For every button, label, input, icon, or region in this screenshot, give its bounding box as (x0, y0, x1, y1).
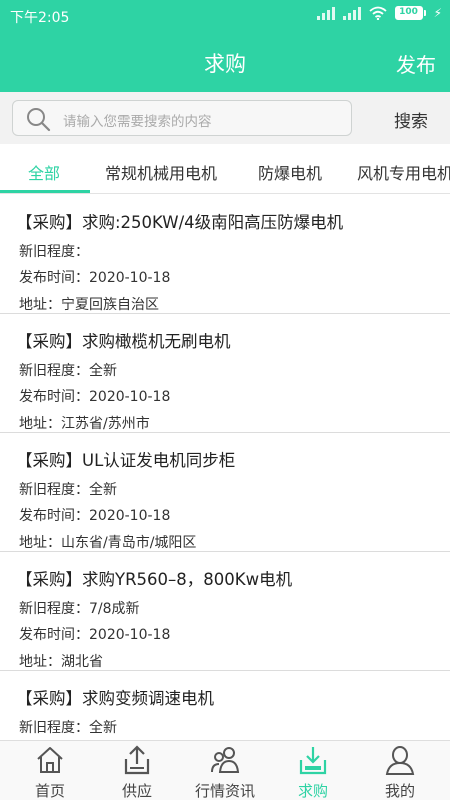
wifi-icon (368, 6, 387, 20)
item-title: 【采购】UL认证发电机同步柜 (16, 451, 236, 470)
item-date: 发布时间：2020-10-18 (19, 389, 171, 405)
tabbar-item-supply[interactable]: 供应 (92, 741, 182, 800)
tabbar-item-mine[interactable]: 我的 (355, 741, 445, 800)
list-item[interactable]: 【采购】求购YR560–8，800Kw电机 新旧程度：7/8成新 发布时间：20… (0, 552, 450, 671)
category-tabs: 全部 常规机械用电机 防爆电机 风机专用电机 (0, 144, 450, 194)
search-icon (27, 108, 51, 132)
tabbar-label: 我的 (384, 782, 415, 800)
active-tab-indicator (0, 190, 90, 193)
item-title: 【采购】求购YR560–8，800Kw电机 (16, 570, 293, 589)
item-title: 【采购】求购橄榄机无刷电机 (16, 332, 231, 351)
item-address: 地址：宁夏回族自治区 (19, 297, 159, 313)
battery-level: 100 (394, 6, 423, 20)
user-icon (385, 746, 415, 775)
publish-button[interactable]: 发布 (396, 49, 436, 78)
item-condition: 新旧程度：7/8成新 (19, 601, 140, 617)
status-icons: 100 ⚡ (316, 6, 442, 20)
item-address: 地址：江苏省/苏州市 (19, 416, 150, 432)
tabbar-item-market-news[interactable]: 行情资讯 (180, 741, 270, 800)
item-condition: 新旧程度： (19, 244, 89, 260)
item-condition: 新旧程度：全新 (19, 720, 117, 736)
battery-icon: 100 (394, 6, 426, 20)
signal-icon (316, 6, 335, 20)
search-placeholder: 请输入您需要搜索的内容 (63, 114, 212, 130)
status-time: 下午2:05 (10, 10, 70, 26)
list-item[interactable]: 【采购】求购:250KW/4级南阳高压防爆电机 新旧程度： 发布时间：2020-… (0, 195, 450, 314)
page-title: 求购 (204, 52, 246, 76)
download-tray-icon (299, 747, 327, 775)
item-date: 发布时间：2020-10-18 (19, 508, 171, 524)
item-date: 发布时间：2020-10-18 (19, 270, 171, 286)
item-title: 【采购】求购:250KW/4级南阳高压防爆电机 (16, 213, 344, 232)
tab-fan-motor[interactable]: 风机专用电机 (357, 160, 450, 184)
search-button[interactable]: 搜索 (394, 107, 428, 132)
people-icon (211, 747, 240, 773)
search-bar: 请输入您需要搜索的内容 搜索 (0, 92, 450, 144)
item-condition: 新旧程度：全新 (19, 363, 117, 379)
tabbar-label: 行情资讯 (194, 782, 255, 800)
status-bar: 下午2:05 100 ⚡ (0, 0, 450, 30)
bottom-tab-bar: 首页 供应 行情资讯 求购 我的 (0, 740, 450, 800)
tabbar-label: 首页 (34, 782, 65, 800)
item-address: 地址：湖北省 (19, 654, 103, 670)
tabbar-item-purchase[interactable]: 求购 (268, 741, 358, 800)
tabbar-label: 求购 (297, 782, 328, 800)
charging-icon: ⚡ (433, 6, 442, 20)
home-icon (37, 747, 63, 773)
list-item[interactable]: 【采购】求购橄榄机无刷电机 新旧程度：全新 发布时间：2020-10-18 地址… (0, 314, 450, 433)
list-item[interactable]: 【采购】求购变频调速电机 新旧程度：全新 (0, 671, 450, 740)
item-title: 【采购】求购变频调速电机 (16, 689, 214, 708)
list-item[interactable]: 【采购】UL认证发电机同步柜 新旧程度：全新 发布时间：2020-10-18 地… (0, 433, 450, 552)
upload-icon (124, 745, 150, 775)
tab-general-machinery-motor[interactable]: 常规机械用电机 (105, 160, 217, 184)
purchase-list: 【采购】求购:250KW/4级南阳高压防爆电机 新旧程度： 发布时间：2020-… (0, 195, 450, 740)
search-input[interactable]: 请输入您需要搜索的内容 (12, 100, 352, 136)
tabbar-label: 供应 (121, 782, 152, 800)
tab-explosion-proof-motor[interactable]: 防爆电机 (258, 160, 322, 184)
item-date: 发布时间：2020-10-18 (19, 627, 171, 643)
item-condition: 新旧程度：全新 (19, 482, 117, 498)
item-address: 地址：山东省/青岛市/城阳区 (19, 535, 197, 551)
tab-all[interactable]: 全部 (28, 160, 60, 184)
app-header: 下午2:05 100 ⚡ 求购 发布 (0, 0, 450, 92)
signal-icon-2 (342, 6, 361, 20)
tabbar-item-home[interactable]: 首页 (5, 741, 95, 800)
